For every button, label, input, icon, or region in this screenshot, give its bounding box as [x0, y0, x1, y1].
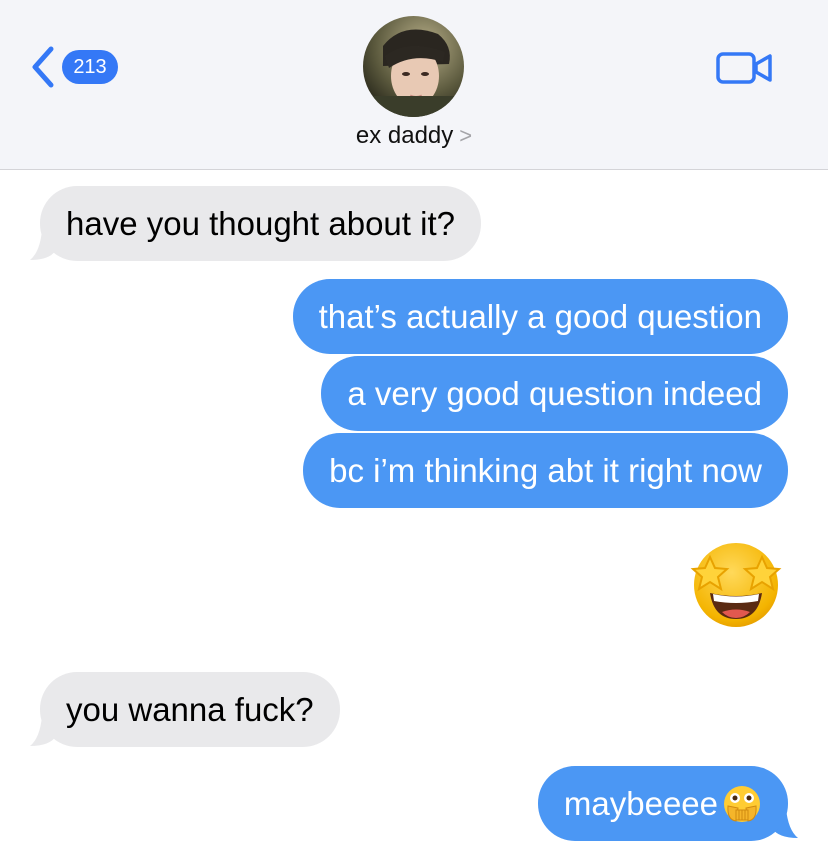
back-chevron-icon: [32, 46, 54, 88]
message-text: that’s actually a good question: [318, 297, 762, 335]
contact-name: ex daddy: [355, 122, 454, 149]
sent-message-bubble[interactable]: a very good question indeed: [321, 356, 788, 431]
message-text: bc i’m thinking abt it right now: [329, 451, 762, 489]
star-struck-emoji[interactable]: [688, 537, 784, 634]
contact-avatar-photo: [363, 16, 464, 117]
message-text: maybeeee: [563, 784, 718, 822]
sent-message-bubble[interactable]: that’s actually a good question: [292, 279, 788, 354]
sent-message-bubble[interactable]: maybeeee: [537, 766, 788, 841]
message-text: you wanna fuck?: [66, 690, 314, 728]
chevron-right-icon: >: [459, 123, 473, 148]
conversation-header: 213 ex daddy >: [0, 0, 828, 170]
face-with-open-eyes-and-hand-over-mouth-icon: [722, 784, 762, 824]
received-message-bubble[interactable]: you wanna fuck?: [40, 672, 340, 747]
facetime-button[interactable]: [716, 51, 774, 90]
video-camera-icon: [716, 52, 772, 84]
sent-message-bubble[interactable]: bc i’m thinking abt it right now: [303, 433, 788, 508]
contact-name-row[interactable]: ex daddy >: [0, 122, 828, 150]
message-text: have you thought about it?: [66, 204, 455, 242]
message-text: a very good question indeed: [347, 374, 762, 412]
back-button[interactable]: 213: [30, 46, 118, 88]
avatar[interactable]: [363, 16, 464, 117]
received-message-bubble[interactable]: have you thought about it?: [40, 186, 481, 261]
star-struck-emoji-icon: [690, 543, 782, 627]
unread-count-badge: 213: [62, 50, 118, 84]
